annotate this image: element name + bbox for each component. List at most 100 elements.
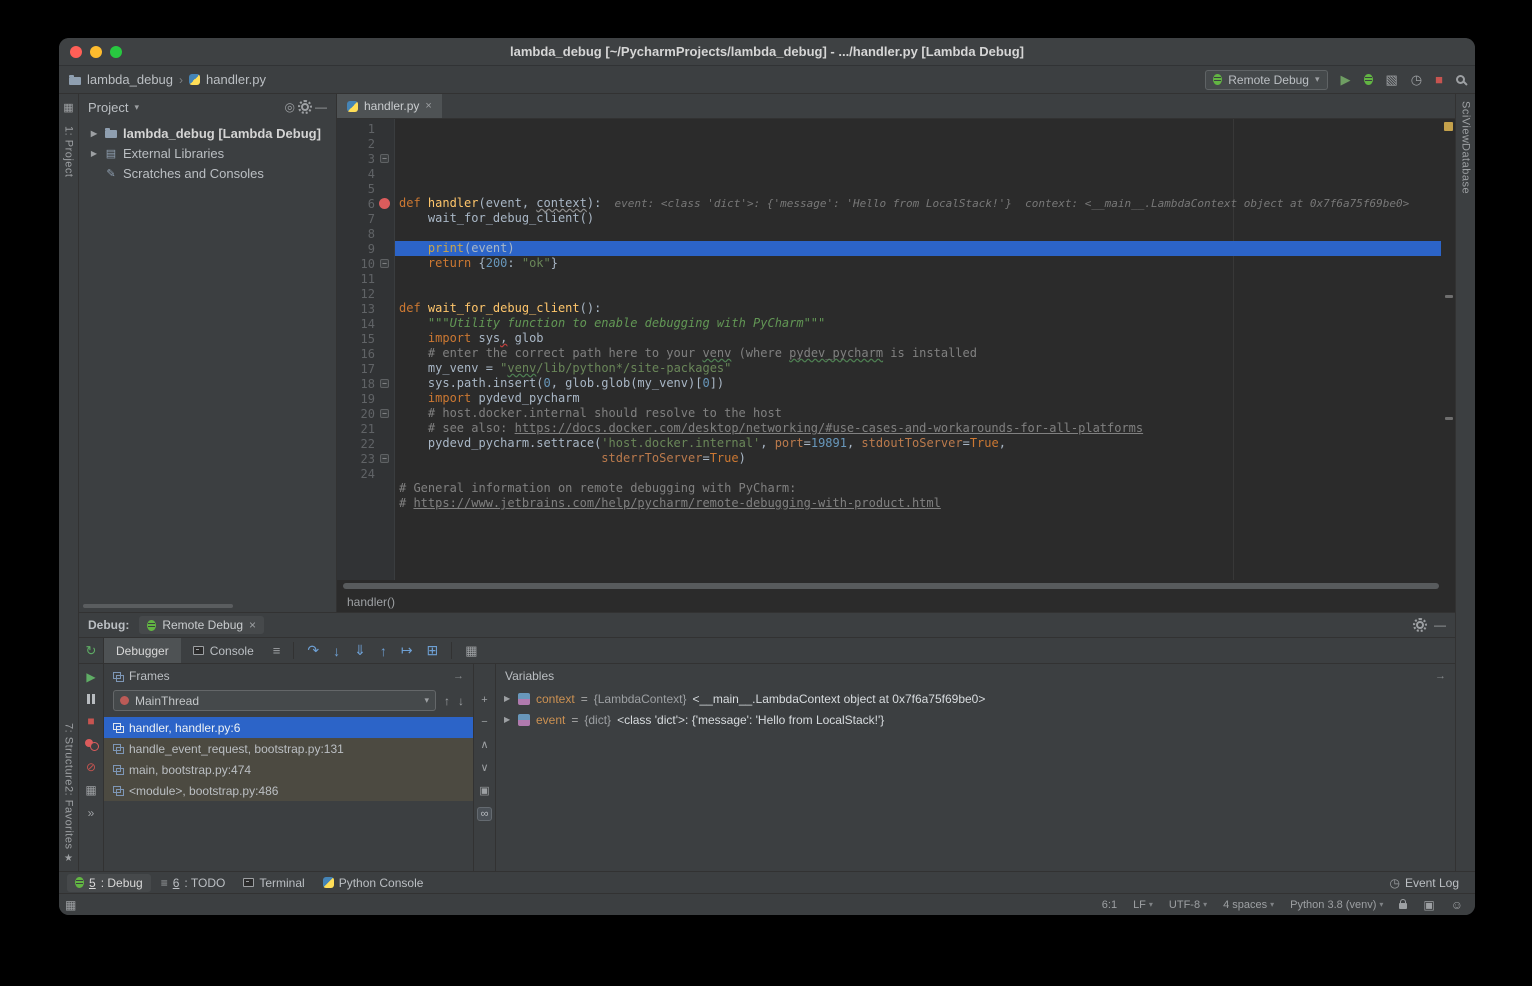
chevron-right-icon[interactable]: ▶ <box>504 715 512 724</box>
editor-gutter[interactable]: 123−45678910−1112131415161718−1920−21222… <box>337 119 395 580</box>
code-line[interactable]: # see also: https://docs.docker.com/desk… <box>399 421 1441 436</box>
frame-row[interactable]: handler, handler.py:6 <box>104 717 473 738</box>
toolwindow-grid-icon[interactable]: ▦ <box>63 101 73 114</box>
chevron-right-icon[interactable]: ▶ <box>504 694 512 703</box>
toolwindow-button-terminal[interactable]: Terminal <box>235 874 312 892</box>
fold-gutter[interactable]: − <box>378 152 391 165</box>
view-as-table-icon[interactable]: ▦ <box>465 638 477 663</box>
fold-gutter[interactable] <box>378 437 391 450</box>
frame-row[interactable]: handle_event_request, bootstrap.py:131 <box>104 738 473 759</box>
variable-row[interactable]: ▶context={LambdaContext}<__main__.Lambda… <box>496 688 1455 709</box>
close-window-button[interactable] <box>70 46 82 58</box>
fold-gutter[interactable] <box>378 347 391 360</box>
gutter-line[interactable]: 12 <box>337 286 394 301</box>
fold-gutter[interactable] <box>378 272 391 285</box>
hide-toolwindow-icon[interactable]: — <box>1434 618 1446 632</box>
code-line[interactable]: # host.docker.internal should resolve to… <box>399 406 1441 421</box>
frame-row[interactable]: main, bootstrap.py:474 <box>104 759 473 780</box>
fold-gutter[interactable] <box>378 362 391 375</box>
screen-reader-icon[interactable]: ▣ <box>1423 898 1434 912</box>
gutter-line[interactable]: 5 <box>337 181 394 196</box>
breakpoint-icon[interactable] <box>379 198 390 209</box>
mute-breakpoints-icon[interactable]: ⊘ <box>86 761 96 773</box>
tree-item[interactable]: ▶lambda_debug [Lambda Debug] <box>79 123 336 143</box>
code-line[interactable]: # https://www.jetbrains.com/help/pycharm… <box>399 496 1441 511</box>
code-line[interactable]: def handler(event, context): event: <cla… <box>399 196 1441 211</box>
fold-gutter[interactable] <box>378 212 391 225</box>
project-horizontal-scrollbar[interactable] <box>83 604 233 608</box>
gutter-line[interactable]: 18− <box>337 376 394 391</box>
code-line[interactable] <box>399 286 1441 301</box>
remove-watch-icon[interactable]: − <box>481 716 487 728</box>
toolwindow-button-debug[interactable]: 5: Debug <box>67 874 151 892</box>
code-line[interactable] <box>399 181 1441 196</box>
scrollbar-thumb[interactable] <box>343 583 1439 589</box>
view-breakpoints-icon[interactable] <box>85 738 98 750</box>
gutter-line[interactable]: 22 <box>337 436 394 451</box>
gutter-line[interactable]: 15 <box>337 331 394 346</box>
step-into-icon[interactable]: ↓ <box>333 638 340 663</box>
run-to-cursor-icon[interactable]: ↦ <box>401 638 413 663</box>
hide-panel-icon[interactable]: — <box>315 100 327 114</box>
toolwindow-stripe-button[interactable]: Database <box>1460 143 1472 194</box>
gutter-line[interactable]: 19 <box>337 391 394 406</box>
toolwindow-stripe-button[interactable]: 7: Structure <box>63 723 75 786</box>
fold-gutter[interactable] <box>378 242 391 255</box>
gutter-line[interactable]: 2 <box>337 136 394 151</box>
status-item-python38venv[interactable]: Python 3.8 (venv)▾ <box>1290 899 1383 911</box>
code-line[interactable]: print(event) <box>395 241 1441 256</box>
code-line[interactable]: wait_for_debug_client() <box>399 211 1441 226</box>
debug-button[interactable] <box>1364 74 1373 85</box>
toolwindow-toggle-icon[interactable]: ▦ <box>65 898 76 912</box>
code-line[interactable]: import pydevd_pycharm <box>399 391 1441 406</box>
gutter-line[interactable]: 14 <box>337 316 394 331</box>
pin-icon[interactable]: → <box>453 670 464 682</box>
gutter-line[interactable]: 21 <box>337 421 394 436</box>
stop-icon[interactable]: ■ <box>87 715 94 727</box>
fold-gutter[interactable]: − <box>378 407 391 420</box>
step-over-icon[interactable]: ↷ <box>307 638 319 663</box>
tab-debugger[interactable]: Debugger <box>104 638 181 663</box>
next-frame-icon[interactable]: ↓ <box>458 694 464 708</box>
code-area[interactable]: def handler(event, context): event: <cla… <box>395 119 1441 580</box>
editor-tab-handler[interactable]: handler.py × <box>337 94 442 118</box>
gutter-line[interactable]: 13 <box>337 301 394 316</box>
toolwindow-stripe-button[interactable]: 1: Project <box>63 126 75 177</box>
search-everywhere-button[interactable] <box>1456 75 1465 84</box>
gutter-line[interactable]: 20− <box>337 406 394 421</box>
gutter-line[interactable]: 23− <box>337 451 394 466</box>
stop-button[interactable]: ■ <box>1435 73 1443 86</box>
fold-icon[interactable]: − <box>380 154 389 163</box>
frame-row[interactable]: <module>, bootstrap.py:486 <box>104 780 473 801</box>
hector-icon[interactable]: ☺ <box>1451 898 1463 912</box>
gutter-line[interactable]: 3− <box>337 151 394 166</box>
move-up-icon[interactable]: ∧ <box>480 738 488 751</box>
evaluate-expression-icon[interactable]: ⊞ <box>427 638 439 663</box>
pause-icon[interactable] <box>87 694 95 704</box>
status-item-61[interactable]: 6:1 <box>1102 899 1117 911</box>
code-line[interactable]: my_venv = "venv/lib/python*/site-package… <box>399 361 1441 376</box>
run-button[interactable]: ▶ <box>1341 73 1351 86</box>
gutter-line[interactable]: 6 <box>337 196 394 211</box>
code-line[interactable]: def wait_for_debug_client(): <box>399 301 1441 316</box>
gutter-line[interactable]: 9 <box>337 241 394 256</box>
lock-indicator[interactable] <box>1399 900 1407 909</box>
tree-item[interactable]: ✎Scratches and Consoles <box>79 163 336 183</box>
code-line[interactable]: import sys, glob <box>399 331 1441 346</box>
code-line[interactable]: # enter the correct path here to your ve… <box>399 346 1441 361</box>
toolwindow-button-pythonconsole[interactable]: Python Console <box>315 874 432 892</box>
gutter-line[interactable]: 8 <box>337 226 394 241</box>
gutter-line[interactable]: 7 <box>337 211 394 226</box>
toolwindow-button-eventlog[interactable]: ◷Event Log <box>1381 874 1467 892</box>
project-panel-title[interactable]: Project <box>88 100 128 115</box>
code-line[interactable]: return {200: "ok"} <box>399 256 1441 271</box>
restore-layout-icon[interactable]: ▦ <box>85 784 96 796</box>
titlebar[interactable]: lambda_debug [~/PycharmProjects/lambda_d… <box>59 38 1475 66</box>
zoom-window-button[interactable] <box>110 46 122 58</box>
breadcrumb-file[interactable]: handler.py <box>206 72 266 87</box>
layout-menu-icon[interactable]: ≡ <box>273 638 281 663</box>
fold-icon[interactable]: − <box>380 259 389 268</box>
gutter-line[interactable]: 17 <box>337 361 394 376</box>
previous-frame-icon[interactable]: ↑ <box>444 694 450 708</box>
coverage-button[interactable]: ▧ <box>1386 73 1398 86</box>
